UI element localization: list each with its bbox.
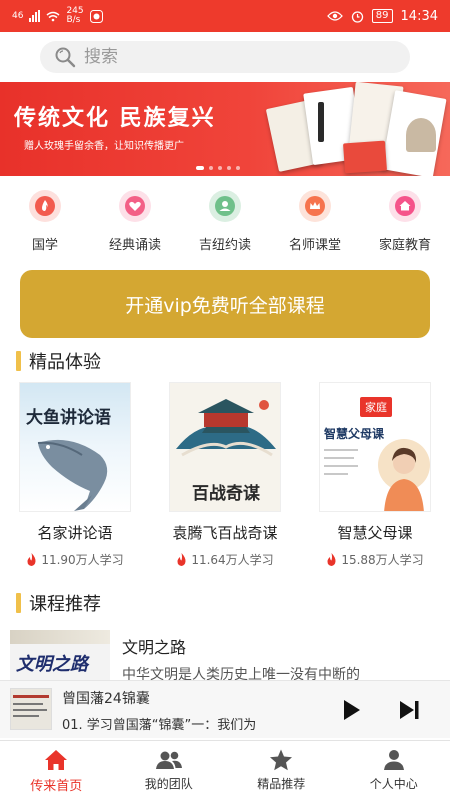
course-learners: 11.90万人学习 (41, 553, 124, 567)
featured-title: 精品体验 (29, 352, 101, 373)
recommend-section-title: 课程推荐 (16, 590, 101, 616)
course-card[interactable]: 大鱼讲论语 名家讲论语 11.90万人学习 (10, 382, 140, 568)
course-stat: 11.90万人学习 (10, 551, 140, 568)
cover-text-lines (324, 449, 358, 475)
player-subtitle: 01. 学习曾国藩“锦囊”一：我们为 (62, 718, 257, 733)
search-box[interactable] (40, 41, 410, 73)
network-type: 46 (12, 11, 24, 21)
course-stat: 11.64万人学习 (160, 551, 290, 568)
team-icon (155, 751, 182, 769)
category-guoxue[interactable]: 国学 (0, 190, 90, 260)
tab-label: 个人中心 (369, 777, 418, 791)
home-icon (45, 750, 68, 770)
category-label: 名师课堂 (288, 238, 341, 253)
app-notification-icon (89, 9, 103, 23)
player-cover (10, 688, 52, 730)
featured-course-list: 大鱼讲论语 名家讲论语 11.90万人学习 百战奇谋 袁腾飞百战奇谋 11.64… (0, 382, 450, 572)
search-icon (55, 47, 76, 68)
fire-icon (27, 553, 36, 566)
tab-home[interactable]: 传来首页 (0, 741, 113, 800)
category-label: 经典诵读 (108, 238, 161, 253)
star-icon (270, 749, 293, 771)
player-title: 曾国藩24锦囊 (62, 691, 150, 707)
tab-label: 精品推荐 (257, 777, 306, 791)
banner-books-illustration (260, 82, 450, 176)
category-label: 吉纽约读 (198, 238, 251, 253)
search-input[interactable] (84, 47, 384, 67)
recommend-item-title: 文明之路 (122, 638, 187, 657)
recommend-list-item[interactable]: 文明之路 文明之路 中华文明是人类历史上唯一没有中断的 (10, 630, 440, 680)
status-left: 46 245 B/s (12, 7, 103, 25)
category-label: 国学 (31, 238, 58, 253)
fire-icon (177, 553, 186, 566)
course-name: 袁腾飞百战奇谋 (172, 524, 278, 542)
course-name: 智慧父母课 (337, 524, 413, 542)
flame-icon (29, 190, 61, 222)
battery-icon: 89 (371, 9, 393, 23)
user-icon (383, 750, 404, 770)
category-label: 家庭教育 (378, 238, 431, 253)
banner-subtitle: 赠人玫瑰手留余香，让知识传播更广 (24, 141, 184, 152)
category-classic-reading[interactable]: 经典诵读 (90, 190, 180, 260)
status-right: 89 14:34 (326, 8, 438, 24)
fish-illustration (37, 439, 108, 511)
recommend-thumbnail: 文明之路 (10, 630, 110, 680)
vip-subscribe-button[interactable]: 开通vip免费听全部课程 (20, 270, 430, 338)
tab-featured[interactable]: 精品推荐 (225, 741, 338, 800)
category-family-education[interactable]: 家庭教育 (360, 190, 450, 260)
promo-banner[interactable]: 传统文化 民族复兴 赠人玫瑰手留余香，让知识传播更广 (0, 82, 450, 176)
course-cover-fish: 大鱼讲论语 (19, 382, 131, 512)
search-area (0, 32, 450, 82)
recommend-item-desc: 中华文明是人类历史上唯一没有中断的 (122, 667, 360, 680)
featured-section-title: 精品体验 (16, 348, 101, 374)
clock: 14:34 (400, 8, 438, 24)
course-card[interactable]: 百战奇谋 袁腾飞百战奇谋 11.64万人学习 (160, 382, 290, 568)
thumb-title: 文明之路 (16, 654, 88, 675)
person-icon (209, 190, 241, 222)
signal-icon (29, 10, 41, 22)
section-marker (16, 351, 21, 371)
course-learners: 11.64万人学习 (191, 553, 274, 567)
course-cover-palace: 百战奇谋 (169, 382, 281, 512)
course-name: 名家讲论语 (37, 524, 113, 542)
tab-profile[interactable]: 个人中心 (338, 741, 450, 800)
heart-icon (119, 190, 151, 222)
category-teacher-class[interactable]: 名师课堂 (270, 190, 360, 260)
mini-player[interactable]: 曾国藩24锦囊 01. 学习曾国藩“锦囊”一：我们为 (0, 680, 450, 738)
palace-illustration (176, 399, 276, 457)
cover-badge: 家庭 (360, 397, 392, 417)
home-icon (389, 190, 421, 222)
crown-icon (299, 190, 331, 222)
bottom-tab-bar: 传来首页 我的团队 精品推荐 个人中心 (0, 740, 450, 800)
wifi-icon (46, 11, 60, 21)
course-learners: 15.88万人学习 (341, 553, 424, 567)
cover-title: 百战奇谋 (192, 484, 260, 504)
fire-icon (327, 553, 336, 566)
net-speed: 245 B/s (66, 7, 83, 25)
course-card[interactable]: 家庭 智慧父母课 智慧父母课 15.88万人学习 (310, 382, 440, 568)
tab-label: 传来首页 (30, 779, 83, 794)
net-speed-unit: B/s (66, 15, 81, 25)
recommend-title: 课程推荐 (29, 594, 101, 615)
status-bar: 46 245 B/s 89 14:34 (0, 0, 450, 32)
alarm-icon (351, 10, 363, 23)
woman-portrait (378, 439, 430, 511)
category-jiniu-reading[interactable]: 吉纽约读 (180, 190, 270, 260)
eye-icon (326, 11, 343, 21)
course-stat: 15.88万人学习 (310, 551, 440, 568)
skip-next-icon[interactable] (396, 698, 422, 722)
tab-my-team[interactable]: 我的团队 (113, 741, 226, 800)
tab-label: 我的团队 (144, 777, 193, 791)
banner-pagination[interactable] (196, 166, 240, 170)
play-icon[interactable] (338, 697, 364, 723)
course-cover-parents: 家庭 智慧父母课 (319, 382, 431, 512)
banner-title: 传统文化 民族复兴 (14, 106, 216, 131)
section-marker (16, 593, 21, 613)
category-grid: 国学 经典诵读 吉纽约读 名师课堂 家庭教育 (0, 190, 450, 260)
